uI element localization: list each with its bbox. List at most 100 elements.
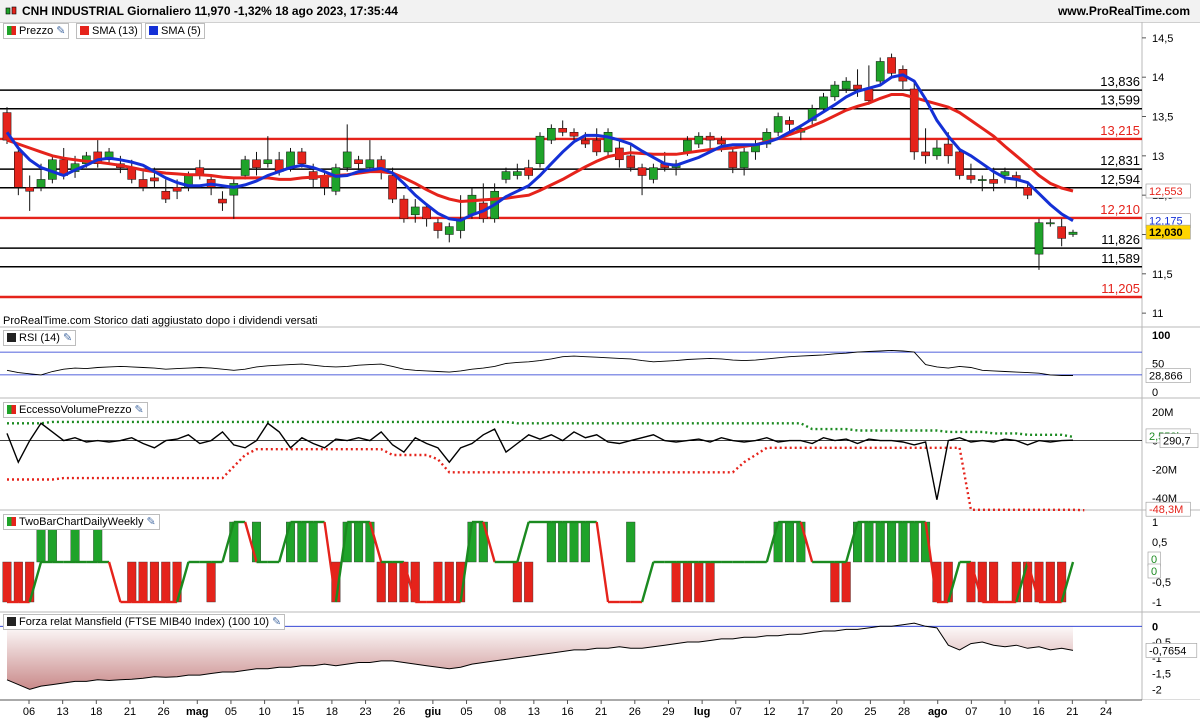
twobar-bar: [943, 561, 953, 603]
panel-label-twobar[interactable]: TwoBarChartDailyWeekly ✎: [3, 514, 160, 530]
candle-body: [240, 159, 250, 176]
x-tick-label: 20: [831, 706, 843, 718]
candle-body: [410, 206, 420, 216]
twobar-bar: [1057, 561, 1067, 603]
wrench-icon[interactable]: ✎: [135, 403, 144, 417]
candle-body: [626, 155, 636, 168]
twobar-bar: [2, 561, 12, 603]
rsi-line: [6, 349, 1073, 376]
candle-body: [229, 183, 239, 196]
candle-body: [501, 171, 511, 180]
twobar-weekly-line: [107, 561, 122, 603]
x-tick-label: 21: [595, 706, 607, 718]
legend-sma13[interactable]: SMA (13): [76, 23, 142, 39]
x-tick-label: 26: [393, 706, 405, 718]
candle-body: [1057, 226, 1066, 239]
twobar-tick-label: 1: [1152, 517, 1158, 529]
candle-body: [569, 131, 579, 137]
twobar-bar: [864, 521, 874, 563]
mansfield-label: Forza relat Mansfield (FTSE MIB40 Index)…: [19, 616, 270, 628]
x-tick-label: 16: [1033, 706, 1045, 718]
twobar-weekly-line: [595, 521, 610, 603]
x-tick-label: 26: [629, 706, 641, 718]
twobar-bar: [512, 561, 522, 603]
candle-body: [218, 198, 227, 204]
candle-body: [728, 151, 738, 168]
twobar-bar: [773, 521, 783, 563]
x-tick-label: 18: [90, 706, 102, 718]
candle-body: [467, 194, 477, 216]
twobar-bar: [682, 561, 692, 603]
twobar-bar: [149, 561, 159, 603]
twobar-bar: [898, 521, 908, 563]
price-tick-label: 13: [1152, 151, 1164, 163]
twobar-bar: [887, 521, 897, 563]
candle-body: [819, 96, 828, 109]
legend-sma5[interactable]: SMA (5): [145, 23, 205, 39]
x-tick-label: 07: [730, 706, 742, 718]
wrench-icon[interactable]: ✎: [147, 515, 156, 529]
candle-body: [955, 151, 964, 176]
wrench-icon[interactable]: ✎: [63, 331, 72, 345]
panel-label-volume[interactable]: EccessoVolumePrezzo ✎: [3, 402, 148, 418]
twobar-weekly-line: [516, 521, 530, 563]
sma13-swatch-icon: [80, 26, 89, 35]
rsi-swatch-icon: [7, 333, 16, 342]
twobar-bar: [25, 561, 35, 603]
twobar-bar: [989, 561, 999, 603]
twobar-tick-label: -0,5: [1152, 577, 1171, 589]
rsi-label: RSI (14): [19, 332, 60, 344]
x-tick-label: 28: [898, 706, 910, 718]
x-tick-label: 26: [158, 706, 170, 718]
volume-lower-band: [7, 446, 1085, 512]
twobar-bar: [365, 521, 375, 563]
wrench-icon[interactable]: ✎: [272, 615, 281, 629]
panel-label-rsi[interactable]: RSI (14) ✎: [3, 330, 77, 346]
price-tick-label: 14,5: [1152, 33, 1173, 45]
candle-body: [887, 57, 896, 74]
candle-body: [150, 177, 159, 182]
x-tick-label: 05: [460, 706, 472, 718]
candle-body: [705, 135, 715, 141]
support-resistance-label: 11,589: [1101, 251, 1140, 266]
twobar-bar: [1023, 561, 1033, 603]
legend-price[interactable]: Prezzo ✎: [3, 23, 70, 39]
candle-body: [830, 84, 840, 98]
price-swatch-icon: [7, 26, 16, 35]
candle-body: [444, 226, 454, 235]
candle-body: [694, 135, 704, 145]
twobar-bar: [796, 521, 806, 563]
candle-body: [172, 187, 182, 192]
support-resistance-label: 13,599: [1100, 93, 1140, 108]
wrench-icon[interactable]: ✎: [56, 24, 65, 38]
twobar-bar: [671, 561, 681, 603]
legend-sma5-label: SMA (5): [161, 25, 201, 37]
twobar-weekly-tag: 0: [1151, 566, 1157, 578]
twobar-bar: [478, 521, 488, 563]
twobar-bar: [399, 561, 409, 603]
panel-label-mansfield[interactable]: Forza relat Mansfield (FTSE MIB40 Index)…: [3, 614, 286, 630]
twobar-bar: [546, 521, 556, 563]
twobar-bar: [127, 561, 137, 603]
volume-swatch-icon: [7, 405, 16, 414]
candle-body: [875, 61, 885, 82]
twobar-bar: [558, 521, 568, 563]
twobar-bar: [853, 521, 863, 563]
twobar-bar: [388, 561, 398, 603]
mansfield-swatch-icon: [7, 617, 16, 626]
candle-body: [342, 151, 352, 168]
twobar-bar: [569, 521, 579, 563]
twobar-swatch-icon: [7, 517, 16, 526]
rsi-tick-label: 100: [1152, 330, 1170, 342]
mansfield-value-tag: -0,7654: [1149, 645, 1186, 657]
x-tick-label: 07: [965, 706, 977, 718]
x-tick-label: 08: [494, 706, 506, 718]
twobar-tick-label: 0,5: [1152, 537, 1167, 549]
chart-canvas[interactable]: 14,51413,51312,51211,51113,83613,59913,2…: [0, 0, 1200, 720]
twobar-bar: [977, 561, 987, 603]
candle-body: [399, 198, 409, 220]
candle-body: [864, 88, 874, 102]
candle-body: [297, 151, 307, 164]
candle-body: [932, 147, 942, 157]
sma13-value-tag: 12,553: [1149, 186, 1183, 198]
